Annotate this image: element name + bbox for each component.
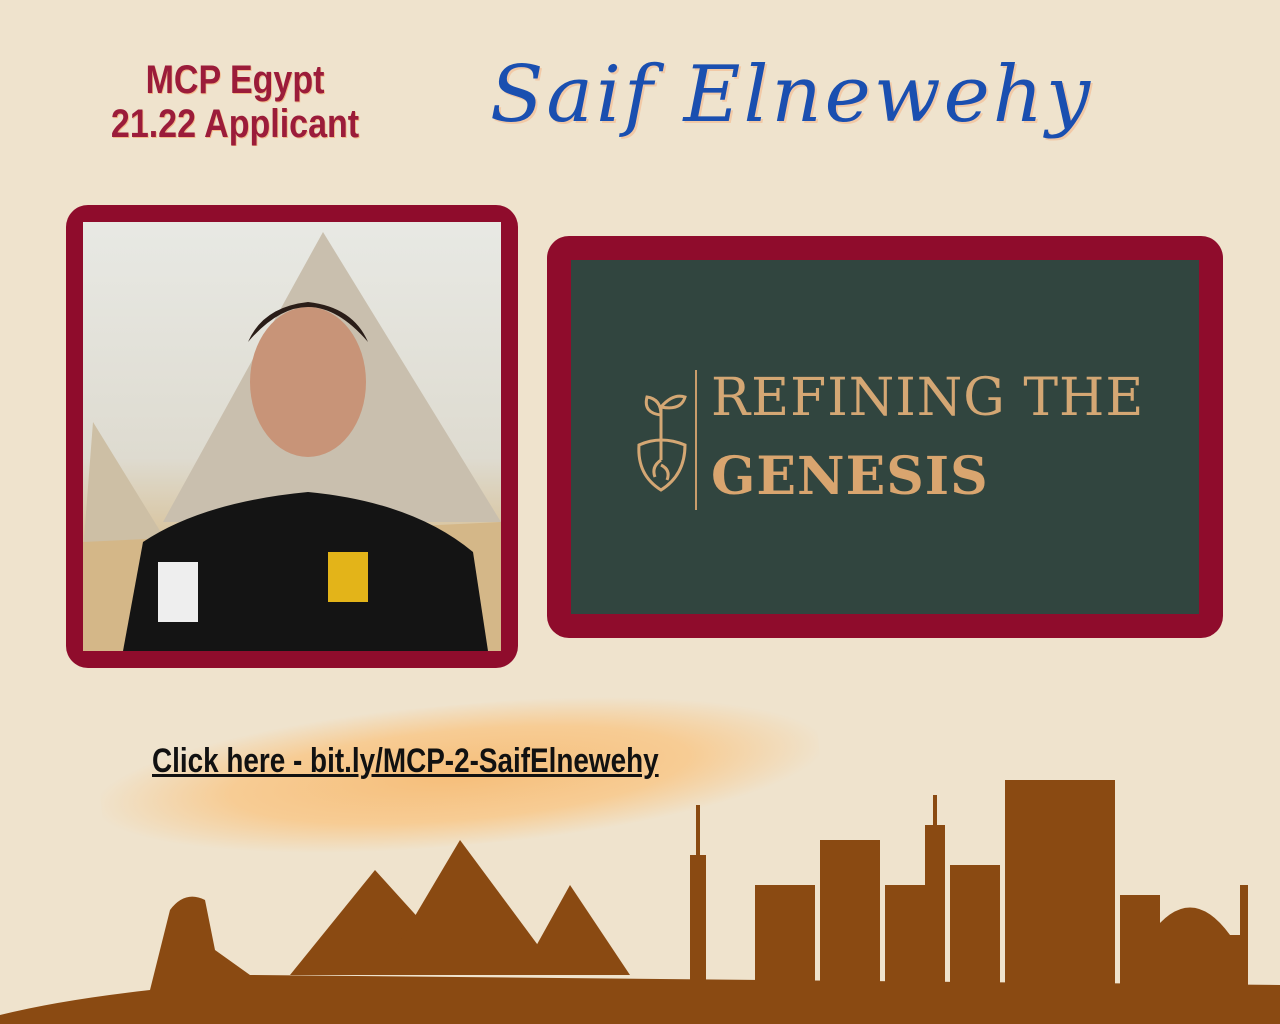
logo-line1: REFINING THE — [711, 368, 1145, 428]
photo-illustration — [83, 232, 501, 651]
applicant-name: Saif Elnewehy — [490, 50, 1094, 140]
logo-divider — [695, 370, 697, 510]
subtitle-line1: MCP Egypt — [145, 58, 325, 102]
logo-frame: REFINING THE GENESIS — [547, 236, 1223, 638]
logo-line2: GENESIS — [711, 446, 989, 507]
cairo-skyline-illustration — [0, 780, 1280, 1024]
subtitle: MCP Egypt 21.22 Applicant — [95, 58, 376, 146]
applicant-photo — [83, 222, 501, 651]
refining-the-genesis-logo: REFINING THE GENESIS — [571, 260, 1199, 614]
subtitle-line2: 21.22 Applicant — [110, 102, 360, 146]
sprout-shield-icon — [637, 394, 687, 492]
photo-frame — [66, 205, 518, 668]
